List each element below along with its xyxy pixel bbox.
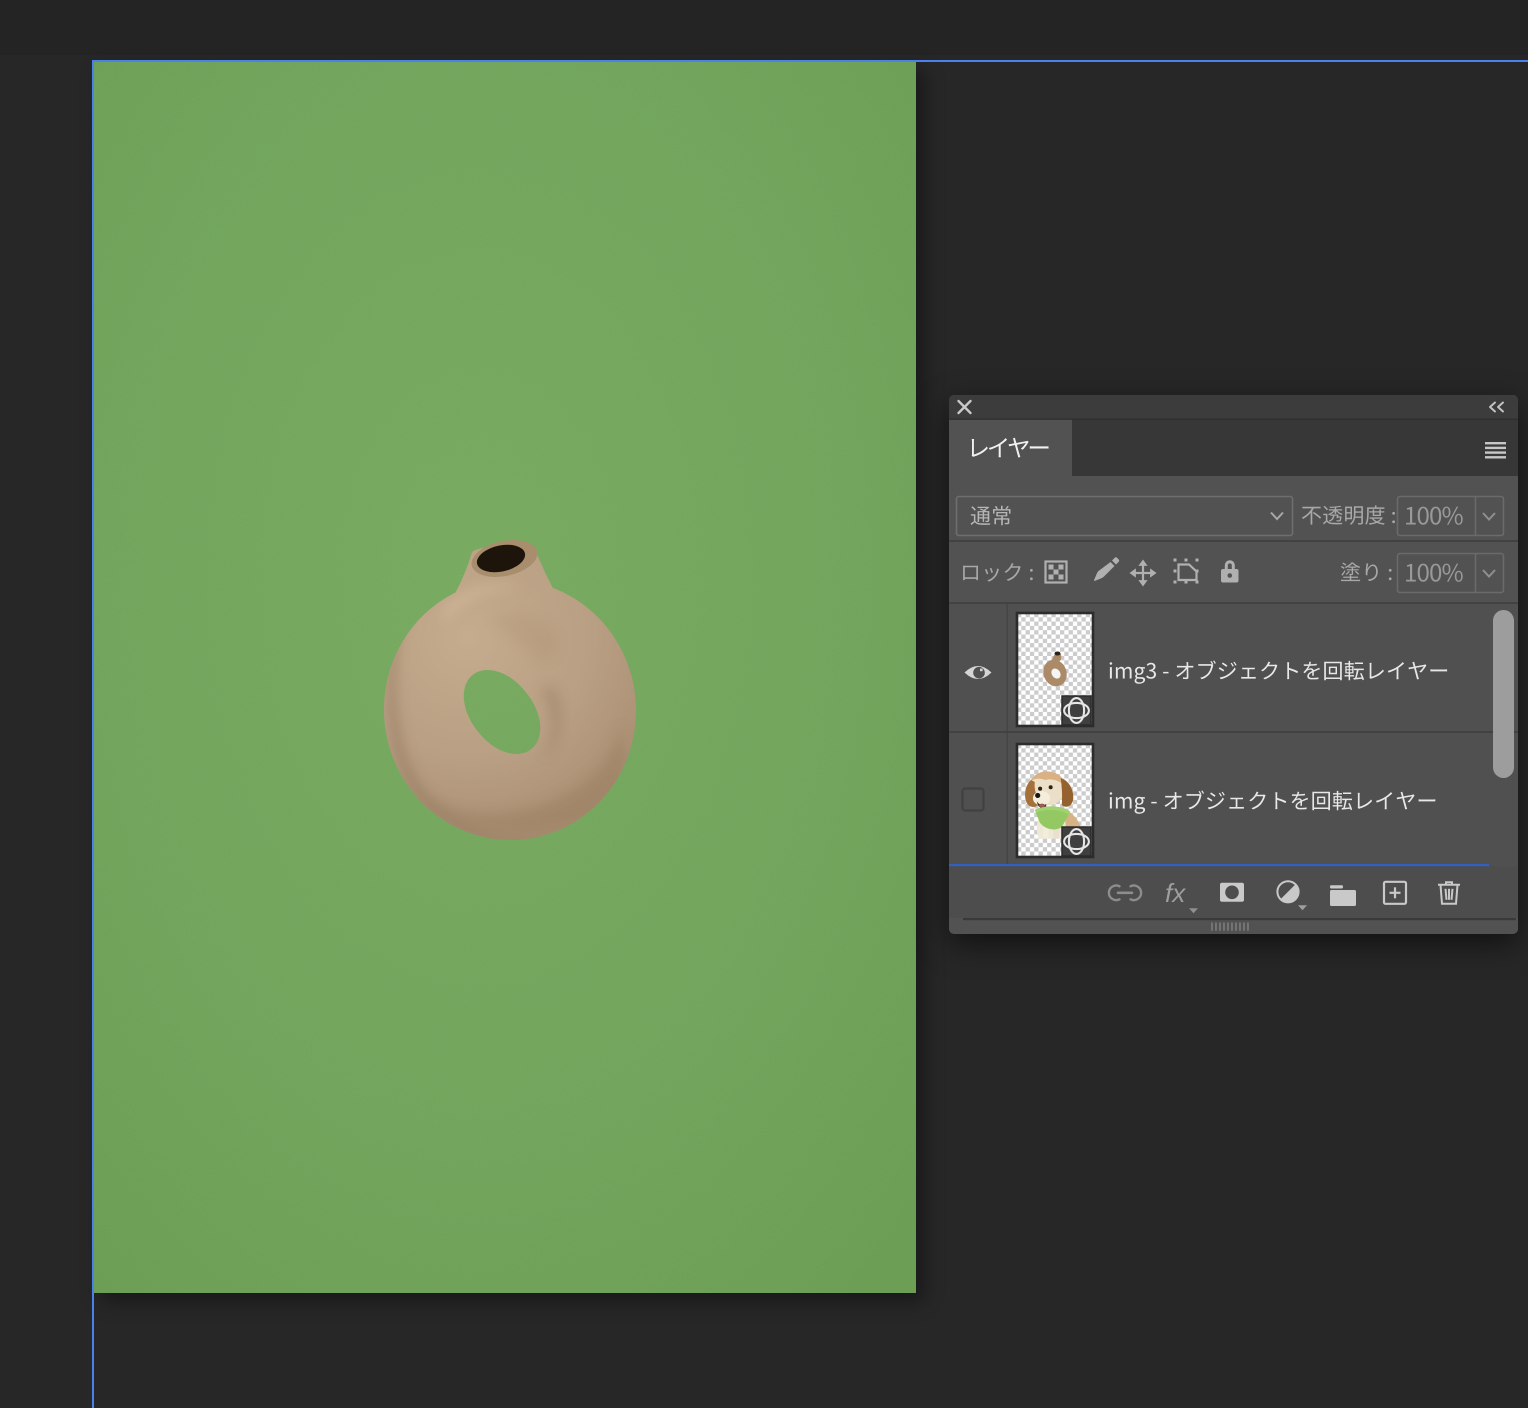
- svg-text:fx: fx: [1165, 878, 1186, 908]
